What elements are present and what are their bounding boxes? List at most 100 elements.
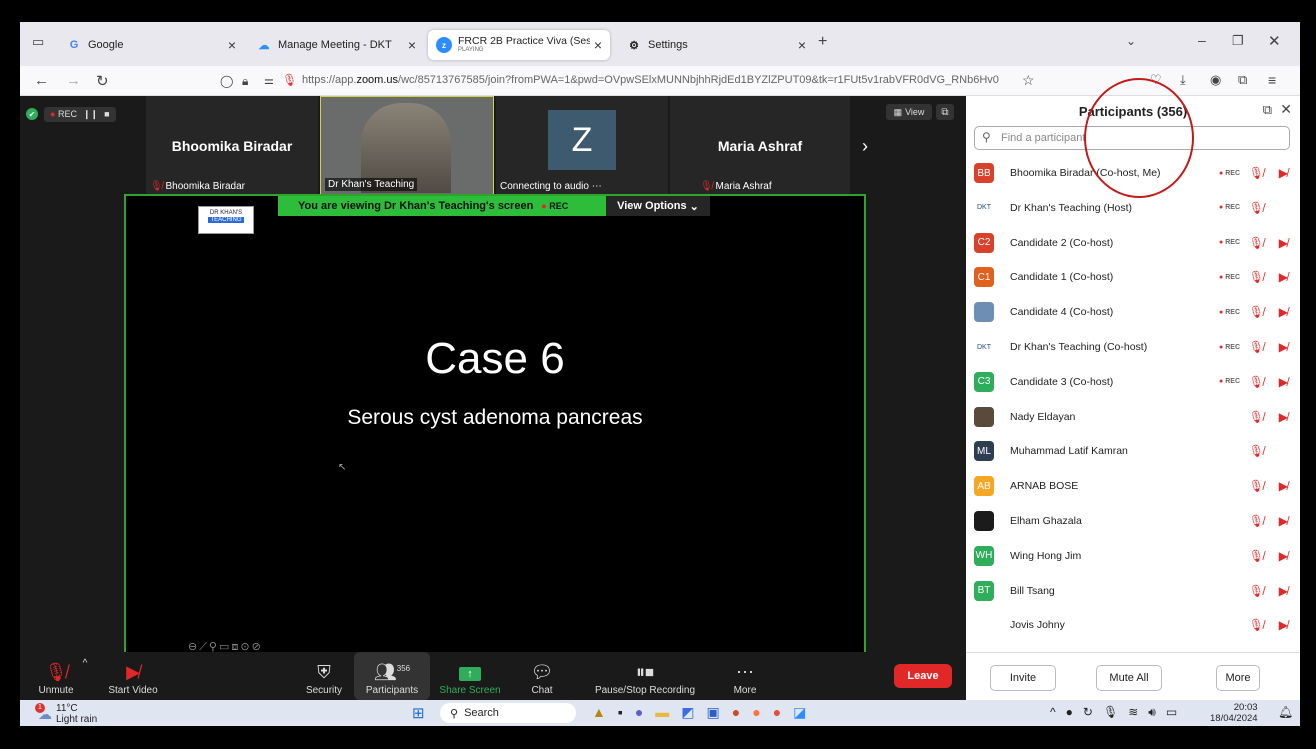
video-tile-maria[interactable]: Maria Ashraf 🎙︎̸ Maria Ashraf [670,96,850,196]
participant-row[interactable]: Elham Ghazala 🎙︎̸ ▶︎̸ [966,504,1300,538]
microphone-icon[interactable]: 🎙︎ [282,73,297,87]
video-off-icon: ▶︎̸ [1278,340,1288,354]
close-icon[interactable]: × [408,37,416,53]
rec-status[interactable]: ● REC ❙❙ ■ [44,106,116,122]
extensions-icon[interactable]: ⧉ [1238,72,1247,88]
participant-row[interactable]: AB ARNAB BOSE 🎙︎̸ ▶︎̸ [966,469,1300,503]
zoom-app-icon[interactable]: ● [773,704,781,721]
more-button[interactable]: ⋯ More [728,652,762,700]
tab-settings[interactable]: ⚙ Settings × [618,30,814,60]
permissions-icon[interactable]: ⚌ [264,74,274,87]
clock[interactable]: 20:03 18/04/2024 [1210,702,1258,725]
muted-mic-icon: 🎙︎̸ [44,662,68,682]
pause-stop-icon: ⏸︎⏹︎ [636,662,654,682]
url-field[interactable]: https://app.zoom.us/wc/85713767585/join?… [302,74,1018,86]
powerpoint-icon[interactable]: ● [732,704,740,721]
muted-mic-icon: 🎙︎̸ [1248,583,1264,598]
view-options-button[interactable]: View Options ⌄ [606,196,710,216]
forward-icon[interactable]: → [66,72,81,89]
firefox-icon[interactable]: ● [752,704,760,721]
participant-row[interactable]: DKT Dr Khan's Teaching (Co-host) REC 🎙︎̸ ▶︎̸ [966,330,1300,364]
audio-options-chevron[interactable]: ^ [78,652,92,700]
windows-start-icon[interactable]: ⊞ [412,704,425,722]
participant-row[interactable]: C1 Candidate 1 (Co-host) REC 🎙︎̸ ▶︎̸ [966,260,1300,294]
file-explorer-icon[interactable]: ▬ [655,704,669,721]
tab-overview-icon[interactable]: ▭ [32,34,44,50]
back-icon[interactable]: ← [34,72,49,89]
muted-mic-icon: 🎙︎̸ [1248,374,1264,389]
participant-row[interactable]: Candidate 4 (Co-host) REC 🎙︎̸ ▶︎̸ [966,295,1300,329]
recording-button[interactable]: ⏸︎⏹︎ Pause/Stop Recording [590,652,700,700]
bookmark-star-icon[interactable]: ☆ [1022,72,1035,89]
close-icon[interactable]: ✕ [1280,101,1292,118]
tab-google[interactable]: G Google × [58,30,244,60]
participant-row[interactable]: C2 Candidate 2 (Co-host) REC 🎙︎̸ ▶︎̸ [966,226,1300,260]
volume-icon[interactable]: 🔊︎ [1148,705,1156,720]
minimize-button[interactable]: – [1198,32,1206,48]
window-close-button[interactable]: ✕ [1268,32,1281,50]
teams-icon[interactable]: ● [635,704,643,721]
chevron-up-icon[interactable]: ^ [1050,705,1056,720]
notification-bell-icon[interactable]: 🔔︎ [1278,705,1293,719]
battery-icon[interactable]: ▭ [1166,705,1177,720]
pip-icon[interactable]: ⧉ [936,104,954,120]
chevron-right-icon[interactable]: › [852,130,878,162]
menu-icon[interactable]: ≡ [1268,72,1276,88]
close-icon[interactable]: × [228,37,236,53]
participant-row[interactable]: Nady Eldayan 🎙︎̸ ▶︎̸ [966,400,1300,434]
invite-button[interactable]: Invite [990,665,1056,691]
leave-button[interactable]: Leave [894,664,952,688]
shield-icon[interactable]: ◯ [220,74,233,88]
stop-icon[interactable]: ■ [104,109,109,120]
participant-row[interactable]: Jovis Johny 🎙︎̸ ▶︎̸ [966,608,1300,642]
avatar: C1 [974,267,994,288]
tab-list-icon[interactable]: ⌄ [1126,34,1136,48]
video-tile-connecting[interactable]: Z Connecting to audio ⋯ [496,96,668,196]
participant-row[interactable]: C3 Candidate 3 (Co-host) REC 🎙︎̸ ▶︎̸ [966,365,1300,399]
photos-icon[interactable]: ◪ [793,704,806,721]
taskbar-search[interactable]: ⚲ Search [440,703,576,723]
tab-label: Google [88,39,124,51]
more-options-button[interactable]: More [1216,665,1260,691]
share-screen-button[interactable]: ↑ Share Screen [438,652,502,700]
mute-all-button[interactable]: Mute All [1096,665,1162,691]
download-icon[interactable]: ⤓ [1180,72,1186,88]
avatar: Z [548,110,616,170]
new-tab-button[interactable]: + [818,33,827,51]
tab-frcr-viva[interactable]: z FRCR 2B Practice Viva (Session PLAYING… [428,30,610,60]
browser-window: ▭ G Google × ☁ Manage Meeting - DKT × z … [20,22,1300,726]
tab-manage-meeting[interactable]: ☁ Manage Meeting - DKT × [248,30,424,60]
participants-button[interactable]: 👥︎356 Participants [354,652,430,700]
encryption-shield-icon[interactable]: ✔ [26,108,38,120]
avatar: DKT [974,337,994,357]
lock-icon[interactable]: 🔒︎ [242,74,248,89]
video-tile-dr-khan[interactable]: Dr Khan's Teaching [320,96,494,196]
video-tile-bhoomika[interactable]: Bhoomika Biradar 🎙︎̸ Bhoomika Biradar [146,96,318,196]
weather-widget[interactable]: ☁ 1 11°C Light rain [35,702,98,725]
sync-icon[interactable]: ↻ [1083,705,1093,720]
chat-button[interactable]: 💬︎ Chat [524,652,560,700]
avatar: C3 [974,371,994,392]
unmute-button[interactable]: 🎙︎̸ Unmute [34,652,78,700]
account-icon[interactable]: ◉ [1210,72,1221,88]
participant-row[interactable]: BT Bill Tsang 🎙︎̸ ▶︎̸ [966,574,1300,608]
onedrive-icon[interactable]: ● [1066,705,1073,720]
close-icon[interactable]: × [594,37,602,53]
app-widget-icon[interactable]: ▲ [592,704,606,721]
start-video-button[interactable]: ▶︎̸ Start Video [102,652,164,700]
restore-button[interactable]: ❐ [1232,33,1244,49]
reload-icon[interactable]: ↻ [96,72,109,90]
participant-row[interactable]: WH Wing Hong Jim 🎙︎̸ ▶︎̸ [966,539,1300,573]
view-button[interactable]: ▦ View [886,104,932,120]
pause-icon[interactable]: ❙❙ [83,109,98,120]
participant-row[interactable]: ML Muhammad Latif Kamran 🎙︎̸ [966,434,1300,468]
weather-text: Light rain [56,714,98,725]
popout-icon[interactable]: ⧉ [1263,102,1272,118]
wifi-icon[interactable]: ≋ [1128,705,1138,720]
security-button[interactable]: ⛨ Security [304,652,344,700]
vscode-icon[interactable]: ◩ [681,704,694,721]
close-icon[interactable]: × [798,37,806,53]
mic-tray-icon[interactable]: 🎙︎ [1103,705,1118,720]
task-view-icon[interactable]: ▪ [618,704,623,721]
store-icon[interactable]: ▣ [707,704,720,721]
